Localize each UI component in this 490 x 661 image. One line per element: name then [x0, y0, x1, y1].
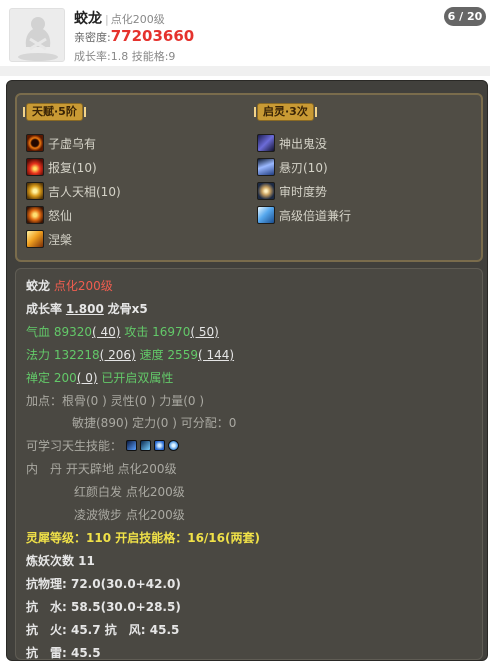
resist-water-row: 抗 水: 58.5(30.0+28.5) — [26, 600, 181, 614]
fire-spirit-icon — [26, 206, 44, 224]
blade-icon — [257, 158, 275, 176]
mp-label: 法力 — [26, 348, 51, 362]
placeholder-pet-icon — [18, 17, 58, 61]
detail-pet-name: 蛟龙 — [26, 279, 51, 293]
wind-wing-icon — [257, 206, 275, 224]
points-row-1: 加点：根骨(0 ) 灵性(0 ) 力量(0 ) — [26, 394, 205, 408]
blue-spiral-icon[interactable] — [153, 440, 165, 451]
inner-dan-item: 开天辟地 点化200级 — [65, 462, 177, 476]
hp-label: 气血 — [26, 325, 51, 339]
pet-info-panel: 天赋·5阶 启灵·3次 子虚乌有 报复(10) 吉人天相(10) 怒仙 涅槃 神… — [6, 80, 488, 661]
fire-splash-icon — [26, 158, 44, 176]
talent-skill-label: 涅槃 — [48, 233, 73, 247]
inner-dan-row-1: 内 丹 开天辟地 点化200级 — [26, 461, 177, 477]
intimacy-label: 亲密度: — [74, 31, 111, 44]
hp-bonus: ( 40) — [92, 325, 121, 339]
blue-rune-icon[interactable] — [125, 440, 137, 451]
zen-bonus: ( 0) — [76, 371, 98, 385]
speed-label: 速度 — [139, 348, 164, 362]
zen-label: 禅定 — [26, 371, 51, 385]
pet-title-line: 蛟龙 | 点化200级 — [74, 8, 165, 28]
zen-value: 200 — [53, 371, 77, 385]
awaken-skill-label: 神出鬼没 — [279, 137, 328, 151]
shadow-glyph-icon — [257, 134, 275, 152]
growth-skill-slots: 成长率:1.8 技能格:9 — [74, 50, 176, 63]
points-row-2: 敏捷(890) 定力(0 ) 可分配：0 — [72, 416, 237, 430]
zen-note: 已开启双属性 — [101, 371, 174, 385]
golden-aura-icon — [26, 182, 44, 200]
dragon-bone-count: 龙骨x5 — [107, 302, 148, 316]
water-wave-icon[interactable] — [139, 440, 151, 451]
ring-of-fire-icon — [26, 134, 44, 152]
attack-label: 攻击 — [124, 325, 149, 339]
resist-fire-wind-row: 抗 火: 45.7 抗 风: 45.5 — [26, 623, 180, 637]
speed-bonus: ( 144) — [197, 348, 235, 362]
talent-awaken-box: 天赋·5阶 启灵·3次 子虚乌有 报复(10) 吉人天相(10) 怒仙 涅槃 神… — [15, 93, 483, 262]
talent-skill-label: 子虚乌有 — [48, 137, 97, 151]
attack-value: 16970 — [152, 325, 191, 339]
detail-name-row: 蛟龙 点化200级 — [26, 278, 113, 294]
learnable-label: 可学习天生技能： — [26, 439, 123, 453]
growth-value: 1.800 — [65, 302, 104, 316]
talent-title: 天赋·5阶 — [23, 103, 86, 121]
inner-dan-label: 内 丹 — [26, 462, 63, 476]
demon-refine-row: 炼妖次数 11 — [26, 554, 95, 568]
growth-label: 成长率 — [26, 302, 63, 316]
awaken-title: 启灵·3次 — [254, 103, 317, 121]
page-indicator-badge: 6 / 20 — [444, 7, 486, 26]
section-divider — [0, 66, 490, 76]
hp-attack-row: 气血 89320( 40) 攻击 16970( 50) — [26, 324, 219, 340]
awaken-skill-label: 悬刃(10) — [279, 161, 328, 175]
intimacy-line: 亲密度:77203660 — [74, 27, 194, 45]
pet-name: 蛟龙 — [74, 11, 102, 27]
pet-detail-box: 蛟龙 点化200级 成长率 1.800 龙骨x5 气血 89320( 40) 攻… — [15, 268, 483, 660]
inner-dan-item: 红颜白发 点化200级 — [74, 485, 185, 499]
talent-skill-label: 怒仙 — [48, 209, 73, 223]
awaken-skill-label: 审时度势 — [279, 185, 328, 199]
resist-physical-row: 抗物理: 72.0(30.0+42.0) — [26, 577, 181, 591]
pet-avatar[interactable] — [9, 8, 65, 62]
learnable-skills-row: 可学习天生技能： — [26, 438, 182, 454]
growth-row: 成长率 1.800 龙骨x5 — [26, 301, 148, 317]
mp-value: 132218 — [53, 348, 100, 362]
zen-row: 禅定 200( 0) 已开启双属性 — [26, 370, 173, 386]
pet-level: 点化200级 — [110, 13, 165, 26]
phoenix-flame-icon — [26, 230, 44, 248]
mp-bonus: ( 206) — [99, 348, 136, 362]
title-separator: | — [105, 13, 109, 26]
attack-bonus: ( 50) — [190, 325, 219, 339]
eye-vortex-icon — [257, 182, 275, 200]
mp-speed-row: 法力 132218( 206) 速度 2559( 144) — [26, 347, 234, 363]
resist-thunder-row: 抗 雷: 45.5 — [26, 646, 101, 660]
hp-value: 89320 — [53, 325, 93, 339]
intimacy-value: 77203660 — [110, 27, 195, 45]
blue-orb-icon[interactable] — [167, 440, 179, 451]
talent-skill-label: 报复(10) — [48, 161, 97, 175]
talent-skill-label: 吉人天相(10) — [48, 185, 121, 199]
speed-value: 2559 — [167, 348, 198, 362]
pet-header: 蛟龙 | 点化200级 亲密度:77203660 成长率:1.8 技能格:9 6 /… — [0, 0, 490, 66]
detail-pet-level: 点化200级 — [53, 279, 113, 293]
spirit-level-row: 灵犀等级：110 开启技能格：16/16(两套) — [26, 531, 260, 545]
awaken-skill-label: 高级倍道兼行 — [279, 209, 352, 223]
inner-dan-item: 凌波微步 点化200级 — [74, 508, 185, 522]
